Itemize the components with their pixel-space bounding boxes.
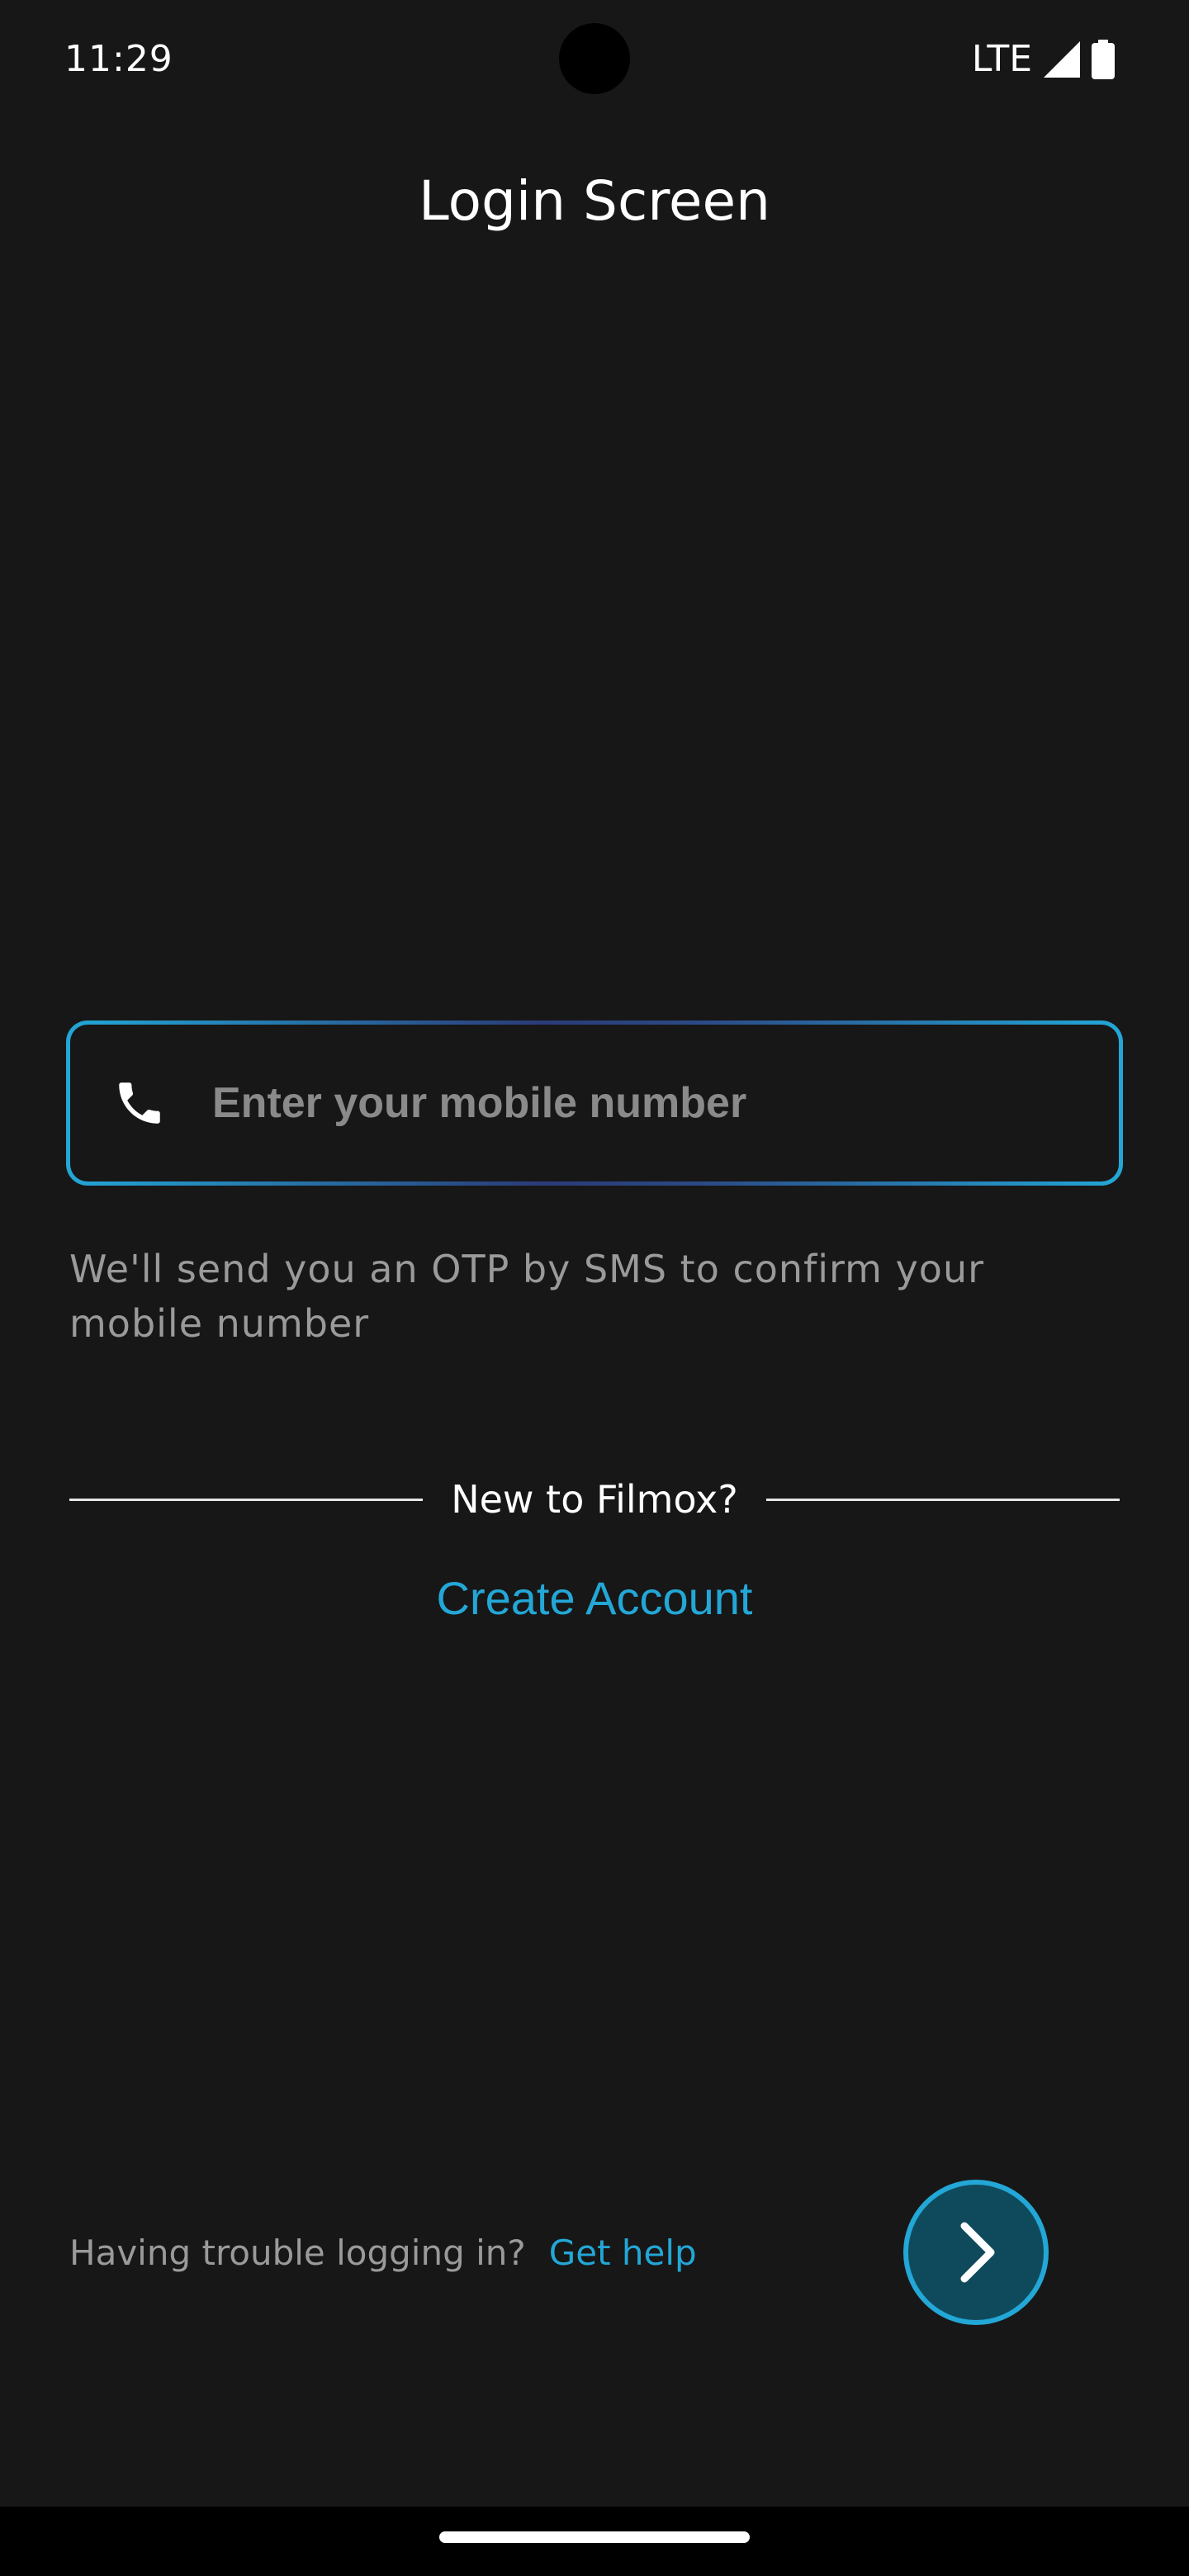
camera-cutout <box>559 23 630 94</box>
divider-line-left <box>69 1498 424 1501</box>
network-type: LTE <box>971 38 1032 80</box>
navigation-bar <box>0 2507 1189 2576</box>
battery-icon <box>1092 40 1115 79</box>
page-title: Login Screen <box>419 169 770 233</box>
divider-line-right <box>765 1498 1120 1501</box>
chevron-right-icon <box>960 2222 995 2283</box>
create-account-link[interactable]: Create Account <box>0 1567 1189 1630</box>
phone-icon <box>110 1073 169 1133</box>
next-button[interactable] <box>903 2180 1049 2325</box>
help-text: Having trouble logging in? <box>69 2233 526 2273</box>
mobile-number-input[interactable] <box>211 1061 1119 1145</box>
status-indicators: LTE <box>972 33 1115 86</box>
otp-helper-text: We'll send you an OTP by SMS to confirm … <box>69 1247 985 1346</box>
signal-icon <box>1044 41 1080 78</box>
home-indicator[interactable] <box>439 2531 750 2543</box>
help-row: Having trouble logging in? Get help <box>69 2224 697 2282</box>
get-help-link[interactable]: Get help <box>549 2224 697 2282</box>
divider: New to Filmox? <box>69 1466 1120 1532</box>
status-bar: 11:29 LTE <box>0 0 1189 119</box>
status-time: 11:29 <box>64 38 173 80</box>
mobile-input-container[interactable] <box>66 1020 1123 1186</box>
new-to-app-label: New to Filmox? <box>451 1477 738 1522</box>
mobile-input-inner <box>70 1025 1119 1181</box>
